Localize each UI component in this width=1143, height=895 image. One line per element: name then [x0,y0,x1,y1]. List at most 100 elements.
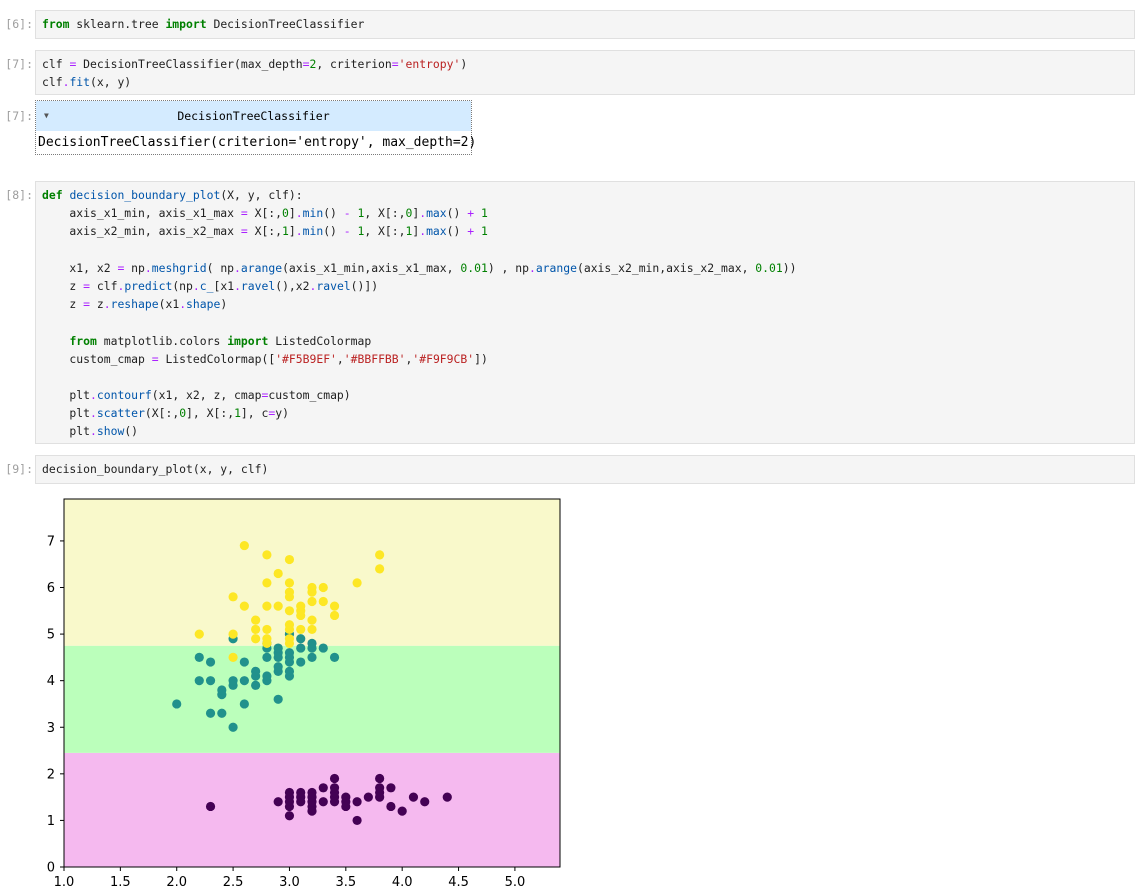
decision-boundary-plot: 1.0 1.5 2.0 2.5 3.0 3.5 4.0 4.5 5.0 0 1 2 3 4 5 6 7 [47,498,561,890]
y-tick-label: 1 [47,814,55,829]
scatter-point [284,606,295,616]
estimator-repr: DecisionTreeClassifier(criterion='entrop… [38,135,477,150]
scatter-point [386,783,396,793]
scatter-point [217,685,227,695]
code-line: from sklearn.tree import DecisionTreeCla… [42,17,365,31]
code-input[interactable]: from sklearn.tree import DecisionTreeCla… [35,10,1135,39]
scatter-point [363,792,373,802]
scatter-point [318,643,328,653]
scatter-point [239,540,249,551]
y-tick-label: 7 [47,534,55,549]
scatter-point [251,680,261,690]
scatter-point [284,801,295,812]
scatter-point [251,634,261,644]
scatter-point [375,783,385,793]
collapse-arrow-icon[interactable]: ▼ [44,101,49,131]
code-input[interactable]: decision_boundary_plot(x, y, clf) [35,455,1135,484]
code-line: custom_cmap = ListedColormap(['#F5B9EF',… [42,351,488,366]
x-tick-label: 1.0 [54,875,75,890]
scatter-point [205,676,216,686]
scatter-point [329,601,340,611]
scatter-point [273,797,283,807]
cell-7: [7]: clf = DecisionTreeClassifier(max_de… [0,50,1143,95]
x-tick-label: 4.0 [392,875,413,890]
cell-6: [6]: from sklearn.tree import DecisionTr… [0,10,1143,39]
scatter-point [375,550,385,560]
scatter-point [397,806,407,816]
scatter-point [442,792,452,802]
scatter-point [329,652,340,662]
scatter-point [251,666,261,676]
scatter-point [307,615,317,625]
scatter-point [217,708,227,718]
scatter-point [251,624,261,635]
code-line: clf.fit(x, y) [42,75,132,90]
scatter-point [273,662,283,672]
scatter-point [284,648,295,658]
scatter-point [352,578,362,588]
code-line: axis_x1_min, axis_x1_max = X[:,0].min() … [42,206,488,221]
scatter-point [318,797,328,807]
cell-prompt: [8]: [5,188,33,202]
scatter-point [296,634,306,644]
scatter-point [284,578,295,588]
scatter-point [228,722,238,732]
scatter-point [307,638,317,649]
cell-9: [9]: decision_boundary_plot(x, y, clf) [0,455,1143,484]
scatter-point [307,652,317,662]
scatter-point [386,801,396,812]
scatter-point [318,783,328,793]
x-tick-label: 3.0 [279,875,300,890]
y-tick-label: 4 [47,674,55,689]
code-line: plt.show() [42,424,139,439]
scatter-point [375,792,385,802]
x-tick-label: 1.5 [110,875,131,890]
code-line: decision_boundary_plot(x, y, clf) [42,462,269,476]
scatter-point [205,657,216,667]
scatter-point [239,657,249,667]
scatter-point [318,582,328,593]
scatter-point [307,806,317,816]
code-input[interactable]: def decision_boundary_plot(X, y, clf): a… [35,181,1135,444]
scatter-point [352,797,362,807]
scatter-point [307,792,317,802]
scatter-point [408,792,419,802]
scatter-point [205,708,216,718]
scatter-point [228,652,238,662]
scatter-point [262,601,272,611]
output-prompt: [7]: [5,109,33,123]
scatter-point [329,773,340,784]
scatter-point [284,811,295,821]
scatter-point [352,815,362,826]
scatter-point [262,652,272,662]
code-input[interactable]: clf = DecisionTreeClassifier(max_depth=2… [35,50,1135,95]
scatter-point [284,587,295,597]
y-tick-label: 3 [47,721,55,736]
scatter-point [273,601,283,611]
scatter-point [296,601,306,611]
scatter-point [284,634,295,644]
scatter-point [318,596,328,607]
scatter-point [284,792,295,802]
scatter-point [375,564,385,574]
scatter-point [375,773,385,784]
scatter-point [262,634,272,644]
scatter-point [296,797,306,807]
scatter-point [420,797,430,807]
scatter-point [239,699,249,709]
scatter-point [262,624,272,635]
scatter-point [329,610,340,621]
scatter-point [284,554,295,565]
estimator-header[interactable]: ▼ DecisionTreeClassifier [36,101,471,131]
scatter-point [329,783,340,793]
cell-prompt: [7]: [5,57,33,71]
code-line: from matplotlib.colors import ListedColo… [69,333,372,348]
scatter-point [239,676,249,686]
scatter-point [273,694,283,704]
scatter-point [194,676,204,686]
scatter-point [296,624,306,635]
scatter-point [296,787,306,798]
code-line: x1, x2 = np.meshgrid( np.arange(axis_x1_… [42,260,797,275]
